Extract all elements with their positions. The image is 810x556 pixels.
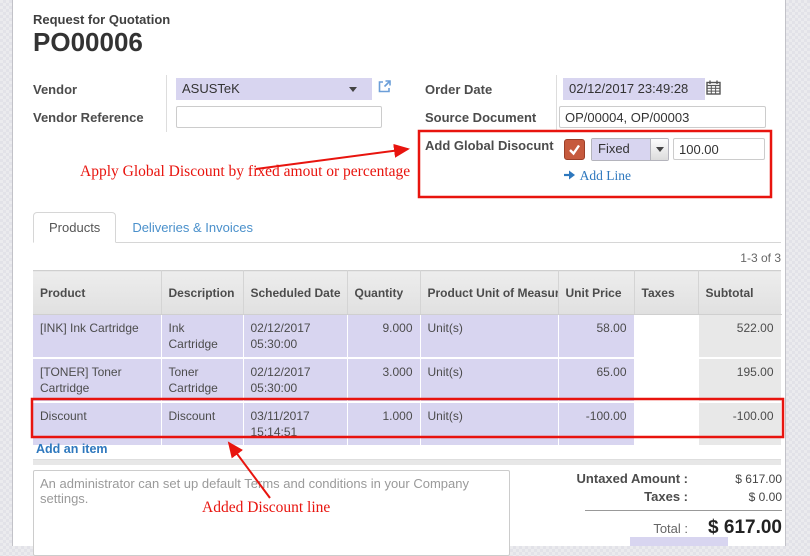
cell-uom[interactable]: Unit(s) bbox=[420, 402, 558, 446]
total-value: $ 617.00 bbox=[688, 517, 782, 539]
taxes-label: Taxes : bbox=[520, 489, 688, 504]
col-header-taxes[interactable]: Taxes bbox=[634, 271, 698, 315]
discount-type-value: Fixed bbox=[592, 139, 650, 160]
cell-uom[interactable]: Unit(s) bbox=[420, 358, 558, 402]
col-header-uom[interactable]: Product Unit of Measure bbox=[420, 271, 558, 315]
col-header-scheduled-date[interactable]: Scheduled Date bbox=[243, 271, 347, 315]
form-separator-right bbox=[556, 75, 557, 132]
cell-quantity[interactable]: 1.000 bbox=[347, 402, 420, 446]
total-field-highlight bbox=[630, 537, 728, 546]
cell-subtotal: -100.00 bbox=[698, 402, 781, 446]
global-discount-label: Add Global Disocunt bbox=[425, 138, 554, 153]
cell-description[interactable]: Ink Cartridge bbox=[161, 315, 243, 359]
untaxed-amount-label: Untaxed Amount : bbox=[520, 471, 688, 486]
totals-divider bbox=[585, 510, 782, 512]
cell-scheduled-date[interactable]: 02/12/2017 05:30:00 bbox=[243, 358, 347, 402]
col-header-unit-price[interactable]: Unit Price bbox=[558, 271, 634, 315]
cell-quantity[interactable]: 9.000 bbox=[347, 315, 420, 359]
add-line-label: Add Line bbox=[580, 168, 631, 183]
cell-unit-price[interactable]: -100.00 bbox=[558, 402, 634, 446]
cell-product[interactable]: [INK] Ink Cartridge bbox=[33, 315, 161, 359]
source-document-input[interactable] bbox=[559, 106, 766, 128]
source-document-label: Source Document bbox=[425, 110, 536, 125]
taxes-value: $ 0.00 bbox=[688, 490, 782, 504]
external-link-icon[interactable] bbox=[376, 78, 393, 98]
cell-scheduled-date[interactable]: 03/11/2017 15:14:51 bbox=[243, 402, 347, 446]
cell-description[interactable]: Toner Cartridge bbox=[161, 358, 243, 402]
notebook-tabs: Products Deliveries & Invoices bbox=[33, 210, 781, 243]
list-pager: 1-3 of 3 bbox=[540, 251, 781, 265]
col-header-description[interactable]: Description bbox=[161, 271, 243, 315]
terms-conditions-textarea[interactable] bbox=[33, 470, 510, 556]
cell-scheduled-date[interactable]: 02/12/2017 05:30:00 bbox=[243, 315, 347, 359]
total-label: Total : bbox=[520, 521, 688, 536]
untaxed-amount-value: $ 617.00 bbox=[688, 472, 782, 486]
table-row[interactable]: [INK] Ink Cartridge Ink Cartridge 02/12/… bbox=[33, 315, 781, 359]
page-title: PO00006 bbox=[33, 27, 143, 58]
cell-subtotal: 195.00 bbox=[698, 358, 781, 402]
col-header-quantity[interactable]: Quantity bbox=[347, 271, 420, 315]
cell-subtotal: 522.00 bbox=[698, 315, 781, 359]
global-discount-checkbox[interactable] bbox=[564, 139, 585, 160]
check-icon bbox=[567, 142, 582, 157]
vendor-reference-label: Vendor Reference bbox=[33, 110, 144, 125]
add-line-link[interactable]: Add Line bbox=[564, 168, 631, 184]
col-header-product[interactable]: Product bbox=[33, 271, 161, 315]
discount-type-select[interactable]: Fixed bbox=[591, 138, 669, 161]
cell-quantity[interactable]: 3.000 bbox=[347, 358, 420, 402]
discount-amount-input[interactable] bbox=[673, 138, 765, 160]
chevron-down-icon bbox=[656, 147, 664, 152]
order-lines-table: Product Description Scheduled Date Quant… bbox=[33, 270, 782, 447]
cell-product[interactable]: Discount bbox=[33, 402, 161, 446]
vendor-select-value: ASUSTeK bbox=[182, 81, 240, 96]
cell-product[interactable]: [TONER] Toner Cartridge bbox=[33, 358, 161, 402]
order-date-label: Order Date bbox=[425, 82, 492, 97]
table-row[interactable]: [TONER] Toner Cartridge Toner Cartridge … bbox=[33, 358, 781, 402]
table-header-row: Product Description Scheduled Date Quant… bbox=[33, 271, 781, 315]
cell-description[interactable]: Discount bbox=[161, 402, 243, 446]
order-date-field[interactable]: 02/12/2017 23:49:28 bbox=[563, 78, 705, 100]
cell-uom[interactable]: Unit(s) bbox=[420, 315, 558, 359]
cell-unit-price[interactable]: 65.00 bbox=[558, 358, 634, 402]
vendor-reference-input[interactable] bbox=[176, 106, 382, 128]
section-separator bbox=[33, 459, 781, 465]
select-dropdown-button bbox=[650, 139, 668, 160]
table-row-discount[interactable]: Discount Discount 03/11/2017 15:14:51 1.… bbox=[33, 402, 781, 446]
arrow-right-icon bbox=[564, 169, 576, 181]
col-header-subtotal[interactable]: Subtotal bbox=[698, 271, 781, 315]
chevron-down-icon bbox=[349, 87, 357, 92]
document-type-label: Request for Quotation bbox=[33, 12, 170, 27]
form-separator-left bbox=[166, 75, 167, 132]
cell-taxes[interactable] bbox=[634, 315, 698, 359]
tab-deliveries-invoices[interactable]: Deliveries & Invoices bbox=[116, 212, 269, 243]
vendor-label: Vendor bbox=[33, 82, 77, 97]
add-an-item-link[interactable]: Add an item bbox=[36, 442, 108, 456]
calendar-icon[interactable] bbox=[706, 80, 721, 98]
cell-taxes[interactable] bbox=[634, 402, 698, 446]
cell-unit-price[interactable]: 58.00 bbox=[558, 315, 634, 359]
totals-block: Untaxed Amount : $ 617.00 Taxes : $ 0.00… bbox=[520, 471, 782, 542]
tab-products[interactable]: Products bbox=[33, 212, 116, 243]
vendor-select[interactable]: ASUSTeK bbox=[176, 78, 372, 100]
cell-taxes[interactable] bbox=[634, 358, 698, 402]
